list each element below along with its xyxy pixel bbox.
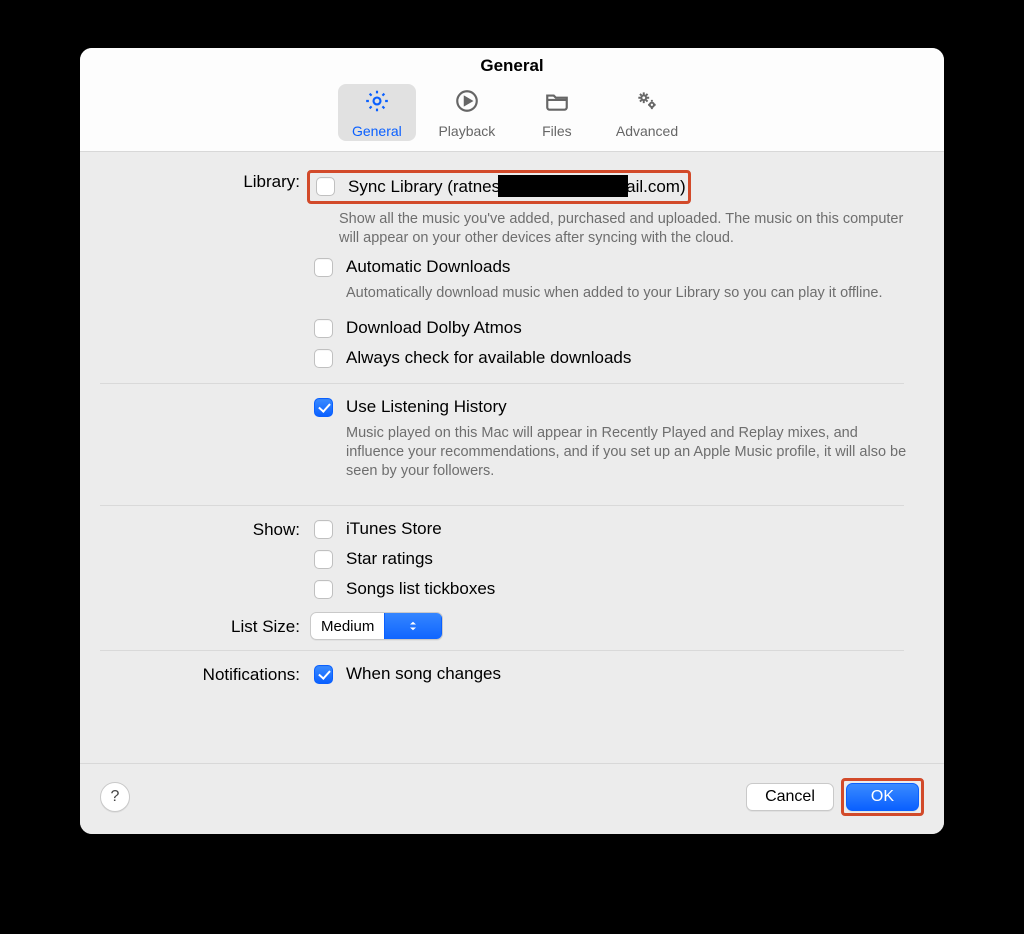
label-always-check-downloads: Always check for available downloads: [346, 347, 631, 369]
checkbox-dolby-atmos[interactable]: [314, 319, 333, 338]
checkbox-song-tickboxes[interactable]: [314, 580, 333, 599]
sync-label-post: ail.com): [626, 177, 686, 196]
desc-automatic-downloads: Automatically download music when added …: [346, 278, 883, 311]
preferences-toolbar: General Playback Files: [80, 84, 944, 152]
section-show: Show: iTunes Store Star ratings Songs li…: [80, 518, 924, 612]
gears-icon: [634, 88, 660, 119]
section-library: Library: Sync Library (ratnes ail.com) Sh…: [80, 170, 924, 373]
chevron-up-down-icon: [384, 612, 442, 640]
section-listening: Use Listening History Music played on th…: [80, 396, 924, 495]
checkbox-always-check-downloads[interactable]: [314, 349, 333, 368]
label-automatic-downloads: Automatic Downloads: [346, 256, 883, 278]
highlight-ok-button: OK: [841, 778, 924, 816]
preferences-body: Library: Sync Library (ratnes ail.com) Sh…: [80, 152, 944, 763]
tab-files-label: Files: [542, 123, 572, 139]
footer: ? Cancel OK: [80, 763, 944, 834]
select-list-size-value: Medium: [311, 618, 384, 635]
checkbox-automatic-downloads[interactable]: [314, 258, 333, 277]
checkbox-star-ratings[interactable]: [314, 550, 333, 569]
window-title: General: [480, 56, 543, 76]
checkbox-song-changes[interactable]: [314, 665, 333, 684]
tab-advanced[interactable]: Advanced: [608, 84, 686, 141]
section-list-size: List Size: Medium: [80, 612, 924, 640]
tab-general[interactable]: General: [338, 84, 416, 141]
label-itunes-store: iTunes Store: [346, 518, 442, 540]
gear-icon: [364, 88, 390, 119]
tab-advanced-label: Advanced: [616, 123, 678, 139]
sync-label-pre: Sync Library (ratnes: [348, 177, 500, 196]
desc-listening-history: Music played on this Mac will appear in …: [346, 418, 914, 489]
checkbox-itunes-store[interactable]: [314, 520, 333, 539]
label-star-ratings: Star ratings: [346, 548, 433, 570]
checkbox-listening-history[interactable]: [314, 398, 333, 417]
preferences-window: General General Playback: [80, 48, 944, 834]
ok-button[interactable]: OK: [846, 783, 919, 811]
cancel-button[interactable]: Cancel: [746, 783, 834, 811]
play-icon: [454, 88, 480, 119]
titlebar: General: [80, 48, 944, 84]
highlight-sync-library: Sync Library (ratnes ail.com): [307, 170, 691, 204]
divider: [100, 383, 904, 384]
label-song-changes: When song changes: [346, 663, 501, 685]
section-label-notifications: Notifications:: [80, 663, 310, 685]
desc-sync-library: Show all the music you've added, purchas…: [310, 204, 914, 256]
tab-files[interactable]: Files: [518, 84, 596, 141]
section-label-show: Show:: [80, 518, 310, 540]
section-notifications: Notifications: When song changes: [80, 663, 924, 693]
divider: [100, 505, 904, 506]
label-dolby-atmos: Download Dolby Atmos: [346, 317, 522, 339]
tab-playback[interactable]: Playback: [428, 84, 506, 141]
redaction-block: [498, 175, 628, 197]
checkbox-sync-library[interactable]: [316, 177, 335, 196]
label-sync-library: Sync Library (ratnes ail.com): [348, 175, 686, 198]
tab-general-label: General: [352, 123, 402, 139]
divider: [100, 650, 904, 651]
section-label-list-size: List Size:: [80, 615, 310, 637]
select-list-size[interactable]: Medium: [310, 612, 443, 640]
folder-icon: [544, 88, 570, 119]
help-button[interactable]: ?: [100, 782, 130, 812]
label-song-tickboxes: Songs list tickboxes: [346, 578, 495, 600]
label-listening-history: Use Listening History: [346, 396, 914, 418]
tab-playback-label: Playback: [438, 123, 495, 139]
section-label-library: Library:: [80, 170, 310, 192]
